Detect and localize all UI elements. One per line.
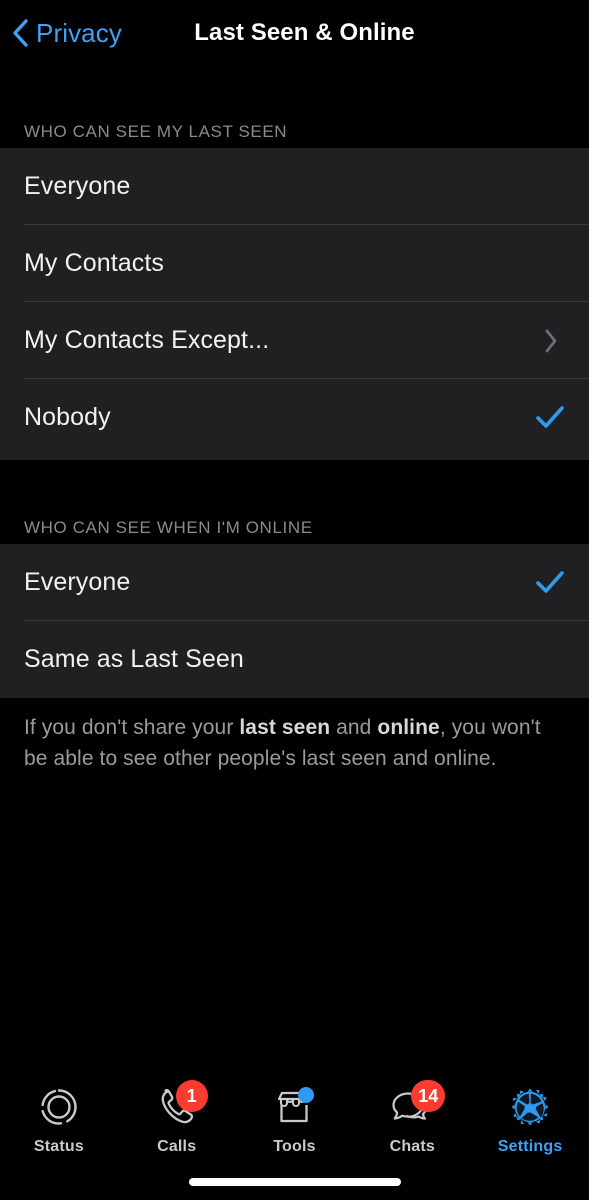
- option-row-my-contacts-except[interactable]: My Contacts Except...: [0, 302, 589, 379]
- last-seen-options-card: Everyone My Contacts My Contacts Except.…: [0, 148, 589, 460]
- tab-tools[interactable]: Tools: [236, 1082, 354, 1156]
- calls-icon-wrap: 1: [146, 1080, 208, 1136]
- online-options-card: Everyone Same as Last Seen: [0, 544, 589, 698]
- page-title: Last Seen & Online: [194, 19, 415, 46]
- option-label: Everyone: [24, 568, 131, 596]
- chats-badge: 14: [411, 1080, 446, 1112]
- section-header-last-seen-label: WHO CAN SEE MY LAST SEEN: [24, 122, 288, 141]
- tab-label-chats: Chats: [389, 1138, 436, 1155]
- tab-settings[interactable]: Settings: [471, 1082, 589, 1156]
- footer-text-bold-online: online: [377, 716, 440, 739]
- tab-label-calls: Calls: [157, 1138, 197, 1155]
- option-label: My Contacts: [24, 249, 165, 277]
- option-row-nobody[interactable]: Nobody: [0, 379, 589, 456]
- section-header-last-seen: WHO CAN SEE MY LAST SEEN: [0, 100, 589, 148]
- footer-explanation: If you don't share your last seen and on…: [24, 712, 564, 774]
- option-row-my-contacts[interactable]: My Contacts: [0, 225, 589, 302]
- status-icon-wrap: [28, 1082, 90, 1136]
- section-header-online: WHO CAN SEE WHEN I'M ONLINE: [0, 496, 589, 544]
- home-indicator[interactable]: [188, 1178, 401, 1186]
- tab-status[interactable]: Status: [0, 1082, 118, 1156]
- navigation-bar: Privacy Last Seen & Online: [0, 0, 589, 66]
- footer-text-bold-last-seen: last seen: [239, 716, 331, 739]
- settings-icon-wrap: [499, 1082, 561, 1136]
- footer-text-part1: If you don't share your: [24, 716, 240, 739]
- chats-icon-wrap: 14: [381, 1080, 446, 1136]
- tab-chats[interactable]: 14 Chats: [353, 1080, 471, 1156]
- option-label: Same as Last Seen: [24, 645, 244, 673]
- option-row-everyone-last-seen[interactable]: Everyone: [0, 148, 589, 225]
- option-label: Nobody: [24, 403, 111, 431]
- footer-text-part2: and: [330, 716, 378, 739]
- bottom-tab-bar: Status 1 Calls Tools 14 Chats Settings: [0, 1070, 589, 1200]
- option-label: Everyone: [24, 172, 131, 200]
- tab-label-tools: Tools: [273, 1138, 316, 1155]
- tab-calls[interactable]: 1 Calls: [118, 1080, 236, 1156]
- section-header-online-label: WHO CAN SEE WHEN I'M ONLINE: [24, 518, 313, 537]
- status-rings-icon: [37, 1085, 81, 1134]
- option-row-everyone-online[interactable]: Everyone: [0, 544, 589, 621]
- option-label: My Contacts Except...: [24, 326, 270, 354]
- checkmark-icon: [535, 568, 565, 598]
- chevron-right-icon: [543, 328, 559, 354]
- checkmark-icon: [535, 403, 565, 433]
- tab-label-settings: Settings: [497, 1138, 563, 1155]
- gear-icon: [508, 1085, 552, 1134]
- tab-label-status: Status: [33, 1138, 84, 1155]
- calls-badge: 1: [175, 1080, 208, 1112]
- privacy-last-seen-screen: Privacy Last Seen & Online WHO CAN SEE M…: [0, 0, 589, 1200]
- option-row-same-as-last-seen[interactable]: Same as Last Seen: [0, 621, 589, 698]
- tools-icon-wrap: [263, 1082, 325, 1136]
